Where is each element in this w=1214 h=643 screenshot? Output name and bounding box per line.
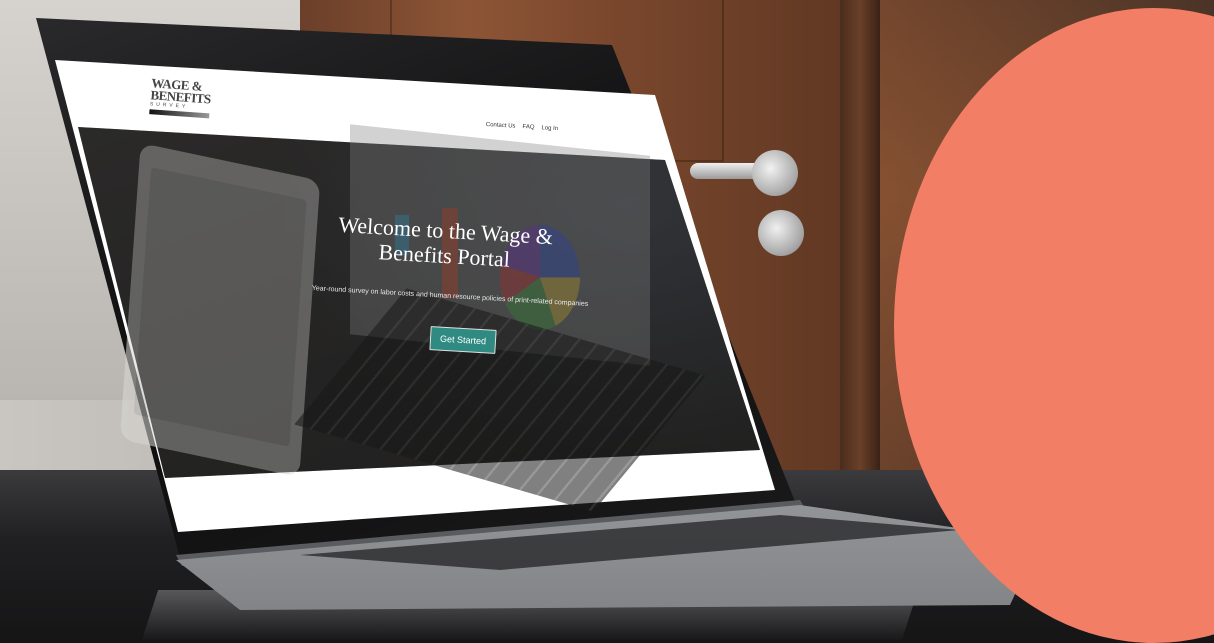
door-handle-plate <box>752 150 798 196</box>
photo-scene: WAGE & BENEFITS SURVEY Contact Us FAQ Lo… <box>0 0 1214 643</box>
door-frame <box>840 0 880 520</box>
nav-log-in[interactable]: Log In <box>541 125 558 132</box>
get-started-button[interactable]: Get Started <box>429 326 497 354</box>
nav-faq[interactable]: FAQ <box>522 124 534 131</box>
site-logo[interactable]: WAGE & BENEFITS SURVEY <box>148 75 231 130</box>
door-lock <box>758 210 804 256</box>
